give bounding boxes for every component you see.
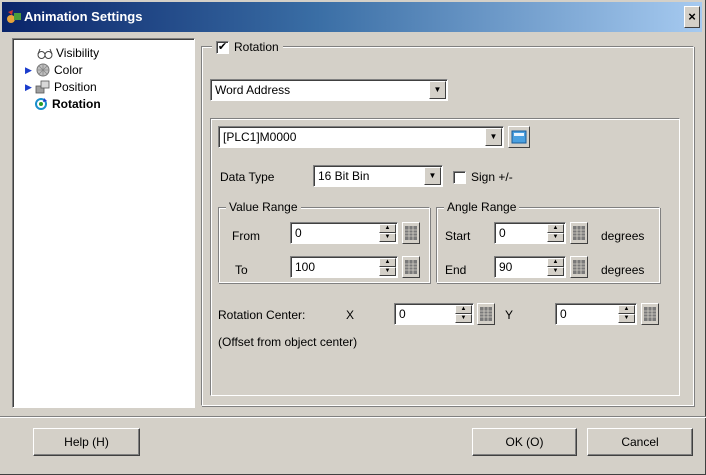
- center-offset-note: (Offset from object center): [218, 335, 358, 349]
- start-degrees-label: degrees: [601, 229, 645, 243]
- center-y-value: 0: [560, 307, 567, 321]
- end-degrees-label: degrees: [601, 263, 645, 277]
- tree-item-label: Position: [54, 80, 97, 94]
- mode-value: Word Address: [215, 83, 291, 97]
- tree-item-position[interactable]: ▶ Position: [25, 79, 97, 95]
- grid-keypad-icon: [405, 260, 417, 274]
- dropdown-arrow-icon[interactable]: ▼: [429, 81, 446, 99]
- angle-range-title: Angle Range: [444, 200, 520, 214]
- category-tree[interactable]: Visibility ▶ Color ▶ Position Rotation: [12, 38, 195, 408]
- grid-keypad-icon: [644, 307, 656, 321]
- dropdown-arrow-icon[interactable]: ▼: [485, 128, 502, 146]
- window-title: Animation Settings: [24, 9, 143, 24]
- glasses-icon: [37, 48, 53, 59]
- ok-button[interactable]: OK (O): [472, 428, 577, 456]
- to-keypad-button[interactable]: [402, 256, 420, 278]
- color-wheel-icon: [36, 63, 50, 77]
- spin-down-icon[interactable]: ▼: [379, 267, 396, 276]
- value-range-title: Value Range: [226, 200, 301, 214]
- data-type-select[interactable]: 16 Bit Bin ▼: [313, 165, 443, 187]
- center-x-keypad-button[interactable]: [477, 303, 495, 325]
- close-icon: ×: [688, 9, 696, 24]
- position-icon: [35, 80, 50, 94]
- title-bar[interactable]: Animation Settings ×: [2, 2, 702, 32]
- address-select[interactable]: [PLC1]M0000 ▼: [218, 126, 504, 148]
- center-y-spinner[interactable]: 0 ▲ ▼: [555, 303, 637, 325]
- animation-settings-dialog: Animation Settings × Visibility ▶ Color …: [0, 0, 706, 475]
- tree-item-rotation[interactable]: Rotation: [33, 96, 101, 112]
- to-value: 100: [295, 260, 316, 274]
- footer-divider: [0, 416, 706, 418]
- tree-item-visibility[interactable]: Visibility: [27, 45, 99, 61]
- spin-up-icon[interactable]: ▲: [379, 258, 396, 267]
- sign-checkbox[interactable]: Sign +/-: [449, 169, 517, 185]
- center-x-value: 0: [399, 307, 406, 321]
- to-spinner[interactable]: 100 ▲ ▼: [290, 256, 398, 278]
- grid-keypad-icon: [405, 226, 417, 240]
- from-label: From: [232, 229, 260, 243]
- spin-down-icon[interactable]: ▼: [547, 267, 564, 276]
- rotation-enable-label: Rotation: [234, 40, 279, 54]
- data-type-value: 16 Bit Bin: [318, 169, 370, 183]
- rotation-icon: [35, 98, 47, 110]
- end-label: End: [445, 263, 467, 277]
- end-keypad-button[interactable]: [570, 256, 588, 278]
- from-value: 0: [295, 226, 302, 240]
- center-y-label: Y: [505, 308, 514, 322]
- dropdown-arrow-icon[interactable]: ▼: [424, 167, 441, 185]
- start-value: 0: [499, 226, 506, 240]
- tree-item-label: Visibility: [56, 46, 100, 60]
- checkbox-unchecked-icon[interactable]: [453, 170, 466, 184]
- close-button[interactable]: ×: [684, 6, 700, 28]
- spin-down-icon[interactable]: ▼: [379, 233, 396, 242]
- spin-down-icon[interactable]: ▼: [618, 314, 635, 323]
- rotation-center-label: Rotation Center:: [218, 308, 306, 322]
- end-value: 90: [499, 260, 513, 274]
- sign-label: Sign +/-: [471, 170, 513, 184]
- keypad-icon: [511, 130, 527, 144]
- spin-up-icon[interactable]: ▲: [455, 305, 472, 314]
- spin-down-icon[interactable]: ▼: [455, 314, 472, 323]
- start-label: Start: [445, 229, 471, 243]
- spin-up-icon[interactable]: ▲: [547, 224, 564, 233]
- center-y-keypad-button[interactable]: [641, 303, 659, 325]
- grid-keypad-icon: [480, 307, 492, 321]
- from-keypad-button[interactable]: [402, 222, 420, 244]
- end-spinner[interactable]: 90 ▲ ▼: [494, 256, 566, 278]
- rotation-enable-checkbox[interactable]: ✔ Rotation: [212, 39, 283, 55]
- start-spinner[interactable]: 0 ▲ ▼: [494, 222, 566, 244]
- start-keypad-button[interactable]: [570, 222, 588, 244]
- center-x-label: X: [346, 308, 355, 322]
- expand-arrow-icon[interactable]: ▶: [25, 65, 35, 76]
- tree-item-label: Color: [54, 63, 83, 77]
- tree-item-color[interactable]: ▶ Color: [25, 62, 83, 78]
- address-input-button[interactable]: [508, 126, 530, 148]
- data-type-label: Data Type: [220, 170, 275, 184]
- checkbox-checked-icon[interactable]: ✔: [216, 40, 229, 54]
- mode-select[interactable]: Word Address ▼: [210, 79, 448, 101]
- spin-up-icon[interactable]: ▲: [547, 258, 564, 267]
- spin-down-icon[interactable]: ▼: [547, 233, 564, 242]
- cancel-button[interactable]: Cancel: [587, 428, 693, 456]
- address-value: [PLC1]M0000: [223, 130, 297, 144]
- tree-item-label: Rotation: [52, 97, 101, 111]
- center-x-spinner[interactable]: 0 ▲ ▼: [394, 303, 474, 325]
- grid-keypad-icon: [573, 226, 585, 240]
- expand-arrow-icon[interactable]: ▶: [25, 82, 35, 93]
- animation-app-icon: [7, 10, 21, 23]
- help-button[interactable]: Help (H): [33, 428, 140, 456]
- from-spinner[interactable]: 0 ▲ ▼: [290, 222, 398, 244]
- to-label: To: [235, 263, 248, 277]
- spin-up-icon[interactable]: ▲: [379, 224, 396, 233]
- spin-up-icon[interactable]: ▲: [618, 305, 635, 314]
- grid-keypad-icon: [573, 260, 585, 274]
